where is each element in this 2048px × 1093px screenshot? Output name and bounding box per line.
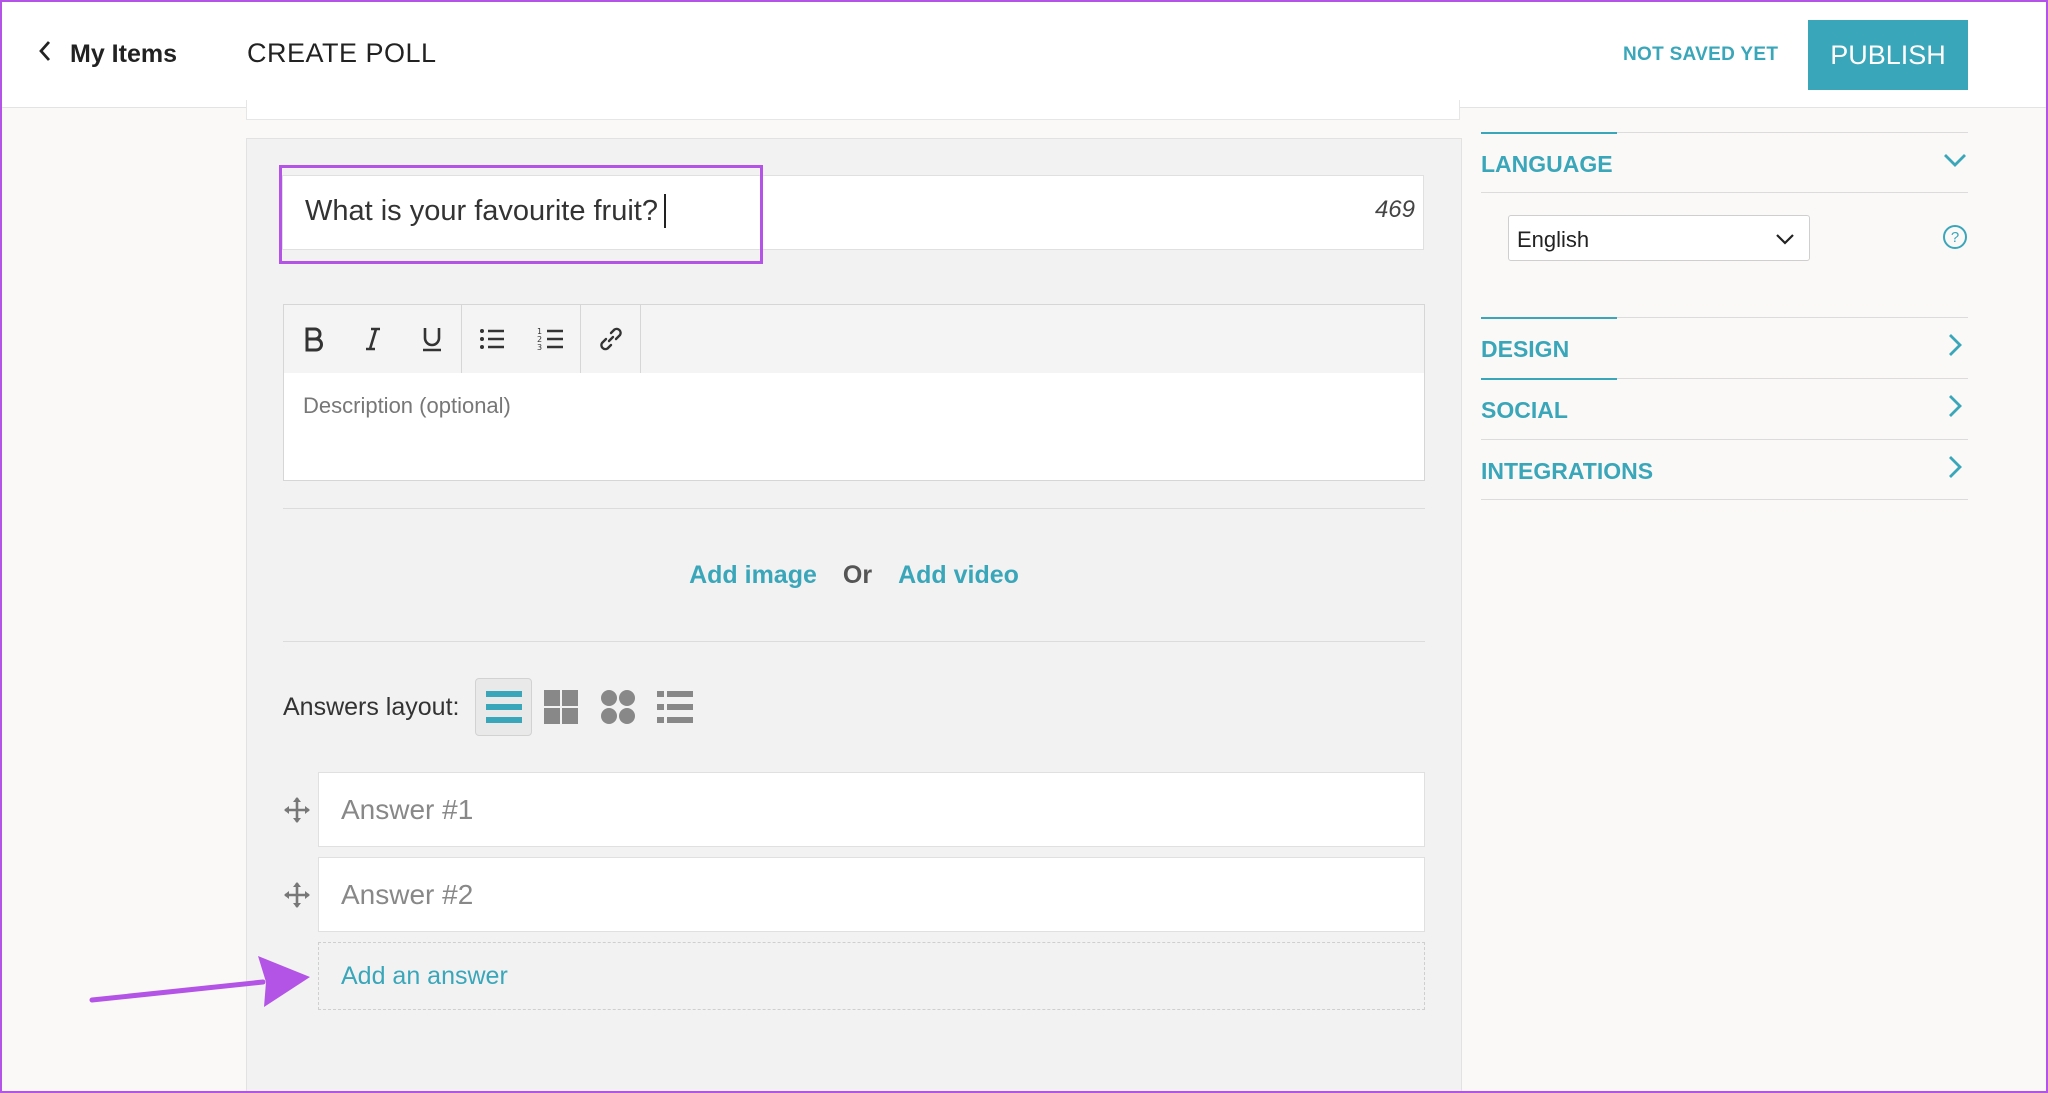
language-select[interactable]: English xyxy=(1508,215,1810,261)
question-input[interactable]: What is your favourite fruit? 469 xyxy=(282,175,1424,250)
previous-card xyxy=(246,100,1460,120)
list-group: 123 xyxy=(462,305,581,373)
divider xyxy=(1481,192,1968,193)
section-accent xyxy=(1481,378,1617,380)
question-text: What is your favourite fruit? xyxy=(305,194,658,227)
chevron-down-icon xyxy=(1944,154,1966,167)
answer-input-1[interactable] xyxy=(318,772,1425,847)
add-image-link[interactable]: Add image xyxy=(689,561,817,590)
back-to-my-items-link[interactable]: My Items xyxy=(36,36,177,72)
link-group xyxy=(581,305,641,373)
language-section-label: LANGUAGE xyxy=(1481,151,1613,177)
chevron-right-icon xyxy=(1949,456,1962,478)
integrations-section[interactable]: INTEGRATIONS xyxy=(1481,439,1968,499)
underline-icon[interactable] xyxy=(402,305,461,373)
save-status: NOT SAVED YET xyxy=(1623,44,1779,65)
link-icon[interactable] xyxy=(581,305,640,373)
add-answer-button[interactable]: Add an answer xyxy=(318,942,1425,1010)
page-title: CREATE POLL xyxy=(247,38,437,68)
social-section[interactable]: SOCIAL xyxy=(1481,378,1968,438)
numbered-list-icon[interactable]: 123 xyxy=(521,305,580,373)
add-video-link[interactable]: Add video xyxy=(898,561,1019,590)
chevron-right-icon xyxy=(1949,395,1962,417)
arrow-annotation xyxy=(89,956,310,1007)
section-accent xyxy=(1481,132,1617,134)
rich-text-toolbar: 123 xyxy=(283,304,1425,374)
chevron-right-icon xyxy=(1949,334,1962,356)
language-select-value: English xyxy=(1517,227,1590,252)
section-accent xyxy=(1481,317,1617,319)
divider xyxy=(1481,499,1968,500)
description-field[interactable]: Description (optional) xyxy=(283,373,1425,481)
answer-row xyxy=(283,772,1425,847)
media-or-text: Or xyxy=(842,560,873,589)
move-handle-icon[interactable] xyxy=(283,881,311,909)
move-handle-icon[interactable] xyxy=(283,796,311,824)
divider xyxy=(283,508,1425,509)
design-section[interactable]: DESIGN xyxy=(1481,317,1968,377)
character-counter: 469 xyxy=(1374,196,1415,223)
help-icon[interactable]: ? xyxy=(1943,225,1967,249)
chevron-left-icon xyxy=(36,39,54,70)
publish-button[interactable]: PUBLISH xyxy=(1808,20,1968,90)
grid-layout-icon[interactable] xyxy=(532,678,589,736)
list-layout-icon[interactable] xyxy=(475,678,533,736)
answer-row xyxy=(283,857,1425,932)
bulleted-list-icon[interactable] xyxy=(462,305,521,373)
italic-icon[interactable] xyxy=(343,305,402,373)
top-bar: My Items CREATE POLL NOT SAVED YET PUBLI… xyxy=(0,0,2048,108)
answers-layout-row: Answers layout: xyxy=(283,676,703,738)
text-caret xyxy=(663,194,666,228)
answer-input-2[interactable] xyxy=(318,857,1425,932)
circles-layout-icon[interactable] xyxy=(589,678,646,736)
design-section-label: DESIGN xyxy=(1481,336,1570,362)
answers-layout-label: Answers layout: xyxy=(283,692,460,721)
social-section-label: SOCIAL xyxy=(1481,397,1568,423)
svg-text:3: 3 xyxy=(537,343,542,352)
divider xyxy=(283,641,1425,642)
bold-icon[interactable] xyxy=(284,305,343,373)
integrations-section-label: INTEGRATIONS xyxy=(1481,458,1654,484)
add-answer-label: Add an answer xyxy=(341,962,508,990)
back-link-label: My Items xyxy=(70,39,177,68)
bullet-list-layout-icon[interactable] xyxy=(646,678,703,736)
question-text-wrap: What is your favourite fruit? xyxy=(305,194,666,228)
format-group xyxy=(284,305,462,373)
language-section[interactable]: LANGUAGE xyxy=(1481,132,1968,192)
chevron-down-icon xyxy=(1776,234,1794,245)
media-row: Add image Or Add video xyxy=(283,555,1425,595)
description-placeholder: Description (optional) xyxy=(303,393,511,418)
